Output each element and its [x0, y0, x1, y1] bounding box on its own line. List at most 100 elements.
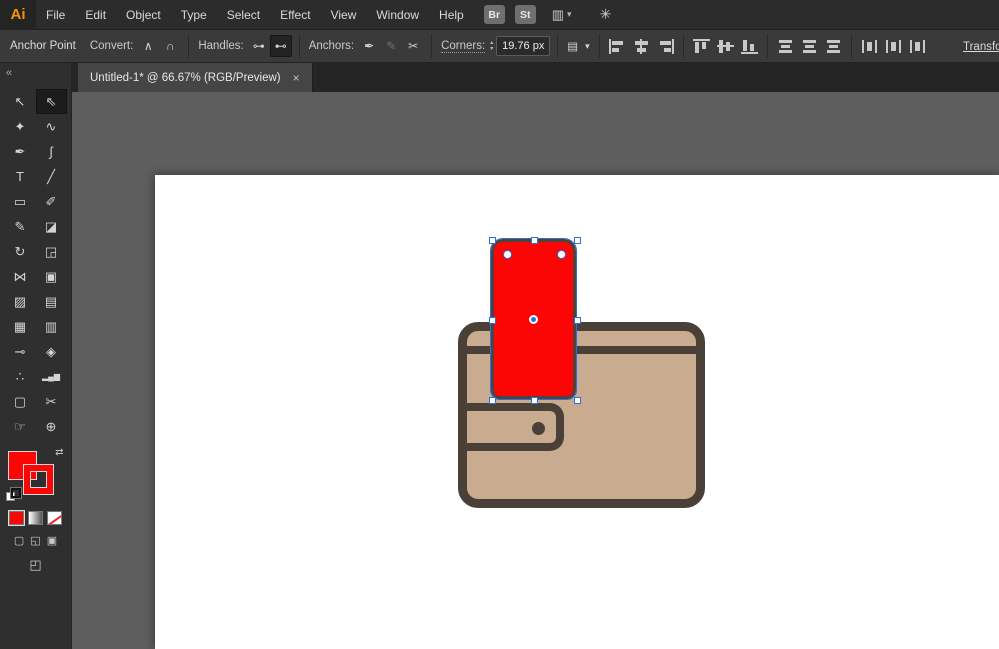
stroke-swatch[interactable] — [24, 465, 53, 494]
draw-inside-icon[interactable]: ▣ — [47, 534, 57, 547]
swap-fill-stroke-icon[interactable]: ⇄ — [55, 447, 63, 458]
document-setup-button[interactable]: ▤ ▾ — [567, 39, 589, 53]
draw-normal-icon[interactable]: ▢ — [14, 534, 24, 547]
transform-panel-link[interactable]: Transform — [963, 30, 999, 63]
cut-path-button[interactable]: ✂ — [402, 35, 424, 57]
color-button[interactable] — [9, 511, 24, 525]
tool-type[interactable]: T — [5, 164, 36, 189]
tool-direct-selection[interactable]: ⇖ — [36, 89, 67, 114]
anchors-label: Anchors: — [309, 40, 354, 52]
menu-object[interactable]: Object — [116, 0, 171, 30]
live-corner-widget-right[interactable] — [557, 250, 566, 259]
close-icon[interactable]: × — [293, 71, 300, 85]
menu-select[interactable]: Select — [217, 0, 270, 30]
tool-shape-builder[interactable]: ▨ — [5, 289, 36, 314]
wallet-clasp-shape[interactable] — [467, 403, 564, 451]
tool-hand[interactable]: ☞ — [5, 414, 36, 439]
horizontal-space-right-button[interactable] — [909, 39, 926, 54]
menu-help[interactable]: Help — [429, 0, 474, 30]
workspace-switcher[interactable]: ▥ ▾ — [552, 7, 572, 23]
corners-stepper[interactable]: ▴ ▾ — [490, 40, 493, 52]
tool-line-segment[interactable]: ╱ — [36, 164, 67, 189]
tool-curvature[interactable]: ∫ — [36, 139, 67, 164]
tool-width[interactable]: ⋈ — [5, 264, 36, 289]
stepper-down-icon[interactable]: ▾ — [490, 46, 493, 52]
menu-window[interactable]: Window — [366, 0, 429, 30]
tool-perspective-grid[interactable]: ▤ — [36, 289, 67, 314]
align-horizontal-center-button[interactable] — [633, 39, 650, 54]
wallet-clasp-button-shape[interactable] — [532, 422, 545, 435]
distribute-vertical-center-button[interactable] — [801, 39, 818, 54]
document-tab[interactable]: Untitled-1* @ 66.67% (RGB/Preview) × — [78, 63, 313, 92]
show-handles-button[interactable]: ⊶ — [248, 35, 270, 57]
menu-effect[interactable]: Effect — [270, 0, 320, 30]
live-corner-widget-left[interactable] — [503, 250, 512, 259]
tool-pen[interactable]: ✒ — [5, 139, 36, 164]
bridge-button[interactable]: Br — [484, 5, 505, 24]
align-vertical-center-button[interactable] — [717, 39, 734, 54]
menu-edit[interactable]: Edit — [75, 0, 116, 30]
menu-file[interactable]: File — [36, 0, 75, 30]
align-left-button[interactable] — [609, 39, 626, 54]
selection-handle-middle-right[interactable] — [574, 317, 581, 324]
tool-paintbrush[interactable]: ✐ — [36, 189, 67, 214]
align-right-button[interactable] — [657, 39, 674, 54]
align-bottom-button[interactable] — [741, 39, 758, 54]
selection-center-point[interactable] — [531, 317, 536, 322]
corners-label[interactable]: Corners: — [441, 40, 485, 53]
chevron-down-icon: ▾ — [567, 9, 572, 20]
tools-grid: ↖⇖✦∿✒∫T╱▭✐✎◪↻◲⋈▣▨▤▦▥⊸◈∴▂▄▆▢✂☞⊕ — [0, 89, 71, 439]
canvas-area[interactable] — [72, 92, 999, 649]
selection-handle-top-left[interactable] — [489, 237, 496, 244]
separator — [299, 34, 300, 58]
tool-selection[interactable]: ↖ — [5, 89, 36, 114]
convert-to-corner-button[interactable]: ∧ — [137, 35, 159, 57]
distribute-bottom-button[interactable] — [825, 39, 842, 54]
screen-mode-icon[interactable]: ◰ — [29, 557, 41, 573]
tool-zoom[interactable]: ⊕ — [36, 414, 67, 439]
stock-button[interactable]: St — [515, 5, 536, 24]
selection-handle-bottom-right[interactable] — [574, 397, 581, 404]
tool-magic-wand[interactable]: ✦ — [5, 114, 36, 139]
convert-to-smooth-button[interactable]: ∩ — [159, 35, 181, 57]
document-tab-bar: Untitled-1* @ 66.67% (RGB/Preview) × — [72, 63, 999, 92]
gradient-button[interactable] — [28, 511, 43, 525]
horizontal-space-center-button[interactable] — [885, 39, 902, 54]
collapse-panel-button[interactable]: « — [6, 67, 12, 79]
horizontal-space-left-button[interactable] — [861, 39, 878, 54]
tool-rectangle[interactable]: ▭ — [5, 189, 36, 214]
tool-rotate[interactable]: ↻ — [5, 239, 36, 264]
draw-behind-icon[interactable]: ◱ — [30, 534, 40, 547]
remove-anchor-button[interactable]: ✒ — [358, 35, 380, 57]
gpu-performance-icon[interactable]: ✳ — [600, 6, 612, 23]
distribute-top-button[interactable] — [777, 39, 794, 54]
tool-shaper[interactable]: ✎ — [5, 214, 36, 239]
selection-handle-top-center[interactable] — [531, 237, 538, 244]
tool-mesh[interactable]: ▦ — [5, 314, 36, 339]
drawing-modes-row: ▢ ◱ ▣ — [0, 534, 71, 547]
tool-symbol-sprayer[interactable]: ∴ — [5, 364, 36, 389]
tool-eraser[interactable]: ◪ — [36, 214, 67, 239]
tool-artboard[interactable]: ▢ — [5, 389, 36, 414]
tool-scale[interactable]: ◲ — [36, 239, 67, 264]
selection-handle-top-right[interactable] — [574, 237, 581, 244]
corners-input[interactable]: 19.76 px — [496, 36, 550, 56]
align-top-button[interactable] — [693, 39, 710, 54]
tool-lasso[interactable]: ∿ — [36, 114, 67, 139]
illustrator-logo: Ai — [0, 0, 36, 30]
tool-free-transform[interactable]: ▣ — [36, 264, 67, 289]
menu-view[interactable]: View — [321, 0, 367, 30]
tool-column-graph[interactable]: ▂▄▆ — [36, 364, 67, 389]
hide-handles-button[interactable]: ⊷ — [270, 35, 292, 57]
menu-type[interactable]: Type — [171, 0, 217, 30]
default-fill-stroke-icon[interactable] — [6, 488, 22, 501]
connect-anchors-button[interactable]: ✎ — [380, 35, 402, 57]
tool-gradient[interactable]: ▥ — [36, 314, 67, 339]
tool-slice[interactable]: ✂ — [36, 389, 67, 414]
selection-handle-middle-left[interactable] — [489, 317, 496, 324]
selection-handle-bottom-center[interactable] — [531, 397, 538, 404]
tool-eyedropper[interactable]: ⊸ — [5, 339, 36, 364]
none-button[interactable] — [47, 511, 62, 525]
tool-blend[interactable]: ◈ — [36, 339, 67, 364]
selection-handle-bottom-left[interactable] — [489, 397, 496, 404]
